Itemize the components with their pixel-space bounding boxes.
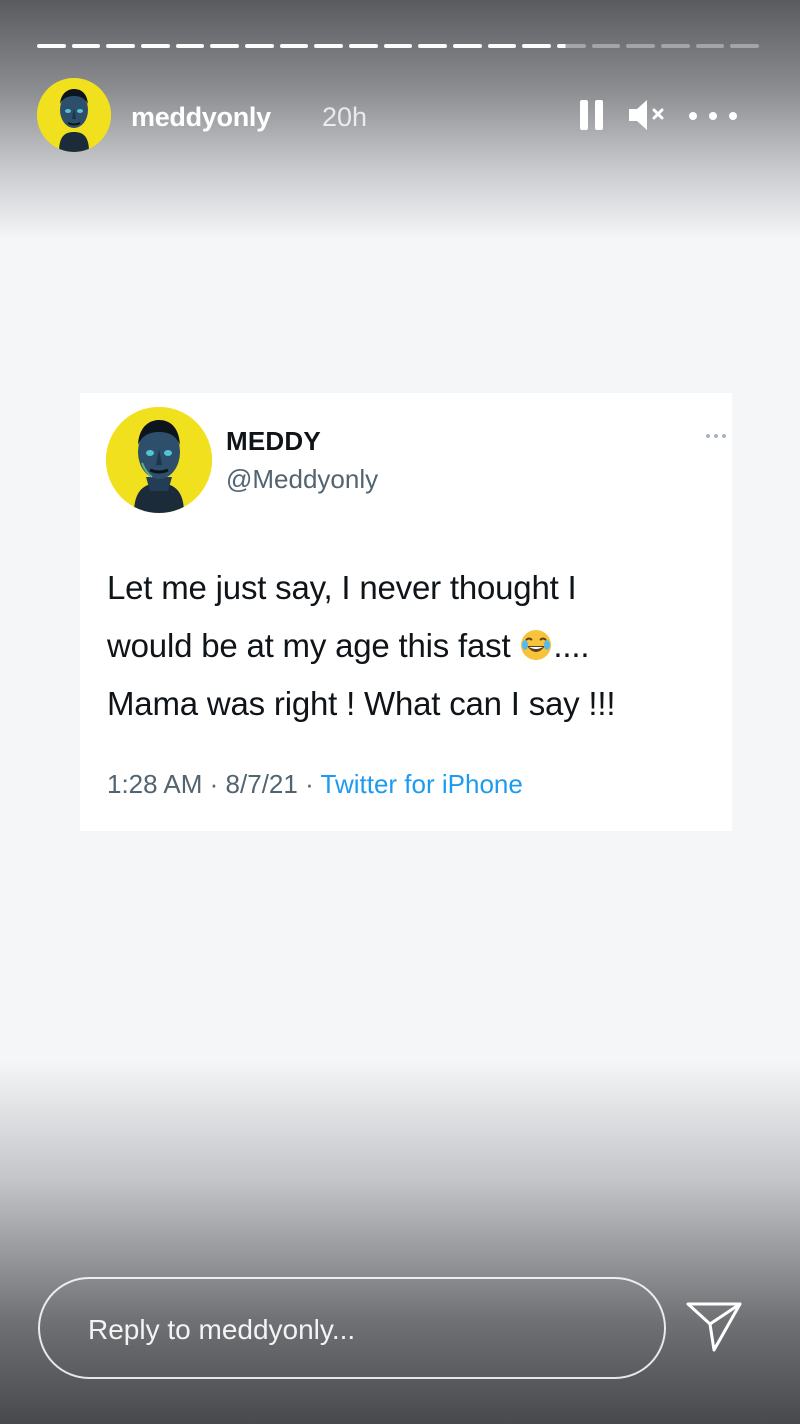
progress-segment [522,44,552,48]
progress-segment [279,44,309,48]
progress-segment [557,44,586,48]
mute-icon [629,100,664,130]
progress-segment [245,44,274,48]
tweet-card: MEDDY @Meddyonly Let me just say, I neve… [80,393,732,831]
tweet-text-line: would be at my age this fast .... [107,627,590,664]
reply-input[interactable]: Reply to meddyonly... [38,1277,666,1379]
progress-segment [71,44,101,48]
tweet-display-name: MEDDY [226,426,321,456]
story-progress-bar [37,44,760,48]
progress-segment [661,44,690,48]
progress-segment [626,44,656,48]
tweet-source: Twitter for iPhone [320,769,523,799]
story-username[interactable]: meddyonly [131,102,271,133]
tweet-text-line: Let me just say, I never thought I [107,569,577,606]
tweet-text-line: Mama was right ! What can I say !!! [107,685,616,722]
reply-placeholder: Reply to meddyonly... [88,1314,356,1345]
progress-segment [141,44,170,48]
avatar-portrait-icon [106,407,212,513]
progress-segment [349,44,378,48]
tweet-text: Let me just say, I never thought I would… [107,559,727,733]
send-button[interactable] [684,1298,744,1356]
tweet-handle: @Meddyonly [226,464,379,494]
progress-segment [210,44,240,48]
story-time-ago: 20h [322,102,368,132]
tweet-date: 8/7/21 [225,769,298,799]
progress-segment [453,44,482,48]
laughing-emoji-icon [521,630,552,660]
progress-segment [487,44,517,48]
progress-segment [175,44,205,48]
tweet-meta: 1:28 AM · 8/7/21 · Twitter for iPhone [107,769,523,799]
progress-segment [695,44,725,48]
story-header: meddyonly 20h [37,78,763,154]
tweet-more-icon [704,431,728,441]
progress-segment [106,44,136,48]
progress-segment [730,44,760,48]
progress-segment [591,44,621,48]
avatar-portrait-icon [37,78,111,152]
progress-segment [37,44,66,48]
tweet-time: 1:28 AM [107,769,203,799]
mute-button[interactable] [627,96,671,134]
progress-segment [314,44,344,48]
pause-button[interactable] [577,98,607,132]
user-avatar[interactable] [37,78,111,152]
pause-icon [580,100,588,130]
tweet-avatar [106,407,212,513]
send-icon [686,1302,742,1352]
progress-segment [383,44,413,48]
progress-segment [418,44,448,48]
more-options-button[interactable] [685,98,743,132]
story-viewer[interactable]: meddyonly 20h MEDDY @Meddyonly Let me ju… [0,0,800,1424]
more-icon [689,112,697,120]
